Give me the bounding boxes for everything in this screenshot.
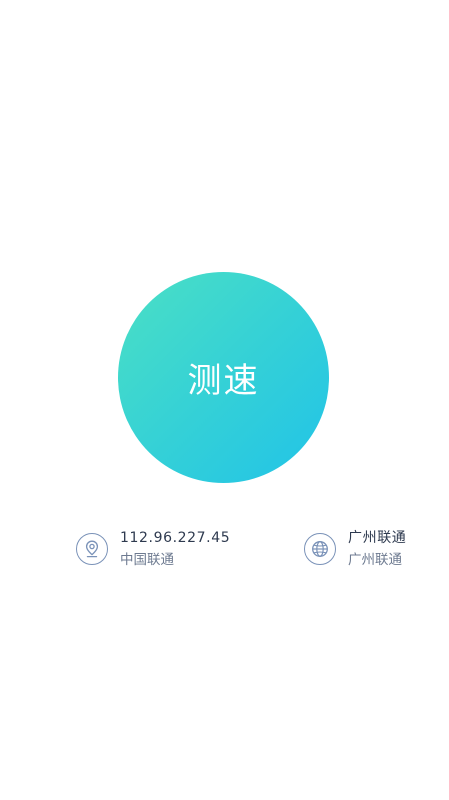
speed-test-button[interactable]: 测速	[118, 272, 329, 483]
client-info: 112.96.227.45 中国联通	[76, 528, 230, 570]
client-isp: 中国联通	[120, 552, 174, 568]
speed-test-label: 测速	[187, 361, 260, 401]
server-name: 广州联通	[348, 530, 407, 546]
server-info[interactable]: 广州联通 广州联通	[304, 528, 406, 570]
location-pin-icon	[76, 533, 108, 565]
client-ip: 112.96.227.45	[120, 530, 231, 546]
server-isp: 广州联通	[348, 552, 402, 568]
globe-icon	[304, 533, 336, 565]
